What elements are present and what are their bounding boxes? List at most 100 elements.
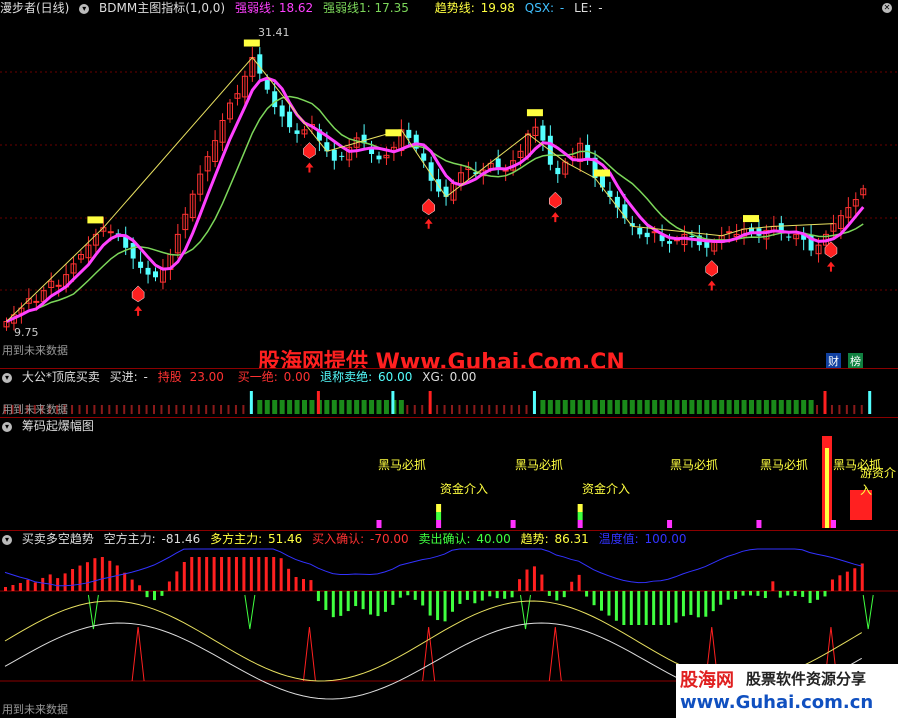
bear-bar xyxy=(607,591,611,616)
signal-bar xyxy=(108,405,111,414)
bear-bar xyxy=(667,591,671,625)
buy-confirm-spike xyxy=(302,626,316,682)
candle-body xyxy=(689,236,695,238)
chip-marker xyxy=(831,520,836,528)
bear-bar xyxy=(160,591,164,596)
bull-bar xyxy=(279,558,283,591)
signal-bar xyxy=(503,405,506,414)
bull-bar xyxy=(771,581,775,591)
signal-bar xyxy=(78,405,81,414)
high-price-label: 31.41 xyxy=(258,26,290,39)
signal-bar xyxy=(130,405,133,414)
up-arrow-icon xyxy=(134,305,143,316)
bear-bar xyxy=(734,591,738,600)
bull-bar xyxy=(56,578,60,591)
finance-badge[interactable]: 财 xyxy=(826,353,841,368)
signal-bar xyxy=(853,405,856,414)
bull-bar xyxy=(71,569,75,591)
signal-bar xyxy=(652,400,658,414)
signal-bar xyxy=(696,400,702,414)
candle-body xyxy=(331,149,337,161)
bear-bar xyxy=(741,591,745,596)
signal-bar xyxy=(93,405,96,414)
sell-confirm-spike xyxy=(244,594,256,630)
buy-confirm-spike xyxy=(548,626,562,682)
trend-zigzag-line xyxy=(6,56,834,322)
signal-bar xyxy=(600,400,605,414)
signal-bar xyxy=(637,400,643,414)
chip-marker xyxy=(577,504,583,512)
signal-bar xyxy=(205,405,208,414)
chip-marker xyxy=(510,520,516,528)
bear-bar xyxy=(562,591,566,598)
bull-bar xyxy=(227,557,231,591)
strong-line xyxy=(5,76,865,323)
signal-bar xyxy=(629,400,635,414)
signal-bar xyxy=(354,400,360,414)
signal-bar xyxy=(346,400,352,414)
bull-bar xyxy=(108,560,112,591)
ranking-badge[interactable]: 榜 xyxy=(848,353,863,368)
top-signal-marker xyxy=(243,39,260,47)
signal-bar xyxy=(778,400,784,414)
signal-bar xyxy=(413,405,416,414)
signal-bar xyxy=(555,400,561,414)
bull-bar xyxy=(93,558,97,591)
signal-bar xyxy=(726,400,732,414)
bull-bar xyxy=(212,557,216,591)
signal-bar xyxy=(160,405,163,414)
signal-bar xyxy=(495,405,498,414)
trend-panel[interactable]: ▾ 买卖多空趋势 空方主力: -81.46 多方主力: 51.46 买入确认: … xyxy=(0,531,898,718)
corner-watermark: 股海网 股票软件资源分享 www.Guhai.com.cn xyxy=(676,664,898,718)
signal-bar xyxy=(488,405,491,414)
signal-bar xyxy=(190,405,193,414)
bear-bar xyxy=(383,591,387,612)
buy-confirm-spike xyxy=(422,626,436,682)
signal-bar xyxy=(674,400,680,414)
bear-bar xyxy=(495,591,499,599)
signal-bar xyxy=(622,400,628,414)
candle-body xyxy=(107,231,114,234)
corner-slogan: 股票软件资源分享 xyxy=(746,670,867,688)
chip-explosion-panel[interactable]: ▾ 筹码起爆幅图 黑马必抓 黑马必抓 黑马必抓 黑马必抓 黑马必抓 资金介入 资… xyxy=(0,418,898,530)
bull-bar xyxy=(85,562,89,591)
bull-bar xyxy=(167,581,171,591)
bull-bar xyxy=(525,569,529,591)
candle-body xyxy=(376,155,382,160)
candle-body xyxy=(555,167,561,175)
candle-body xyxy=(540,125,546,141)
bear-bar xyxy=(458,591,462,604)
sell-confirm-spike xyxy=(87,594,99,630)
buy-signal-bar xyxy=(823,391,827,414)
main-chart-panel[interactable]: 漫步者(日线) ▾ BDMM主图指标(1,0,0) 强弱线: 18.62 强弱线… xyxy=(0,0,898,368)
bear-bar xyxy=(763,591,767,599)
chip-marker xyxy=(667,520,673,528)
bear-bar xyxy=(547,591,551,596)
buy-gem-icon xyxy=(131,285,145,303)
bull-bar xyxy=(853,568,857,591)
signal-bar xyxy=(763,400,769,414)
bear-bar xyxy=(391,591,395,605)
bear-bar xyxy=(346,591,350,612)
candle-body xyxy=(145,267,151,275)
bear-bar xyxy=(153,591,156,601)
signal-bar xyxy=(309,400,315,414)
signal-bar xyxy=(607,400,613,414)
chip-marker xyxy=(376,520,382,528)
chip-canvas xyxy=(376,436,872,528)
sell-signal-bar xyxy=(249,391,253,414)
bull-bar xyxy=(532,566,536,591)
candle-body xyxy=(667,241,673,244)
signal-bar xyxy=(451,405,453,414)
price-chart-canvas[interactable] xyxy=(0,0,898,368)
signal-bar xyxy=(592,400,598,414)
bull-bar xyxy=(123,572,127,591)
signal-bar xyxy=(272,400,278,414)
bull-bar xyxy=(48,574,52,591)
signal-bar xyxy=(480,405,483,414)
buy-sell-panel[interactable]: ▾ 大公*顶底买卖 买进: - 持股 23.00 买一绝: 0.00 退称卖绝:… xyxy=(0,369,898,417)
candle-body xyxy=(637,227,643,235)
bull-bar xyxy=(272,557,276,591)
signal-bar xyxy=(421,405,424,414)
bear-bar xyxy=(808,591,812,604)
